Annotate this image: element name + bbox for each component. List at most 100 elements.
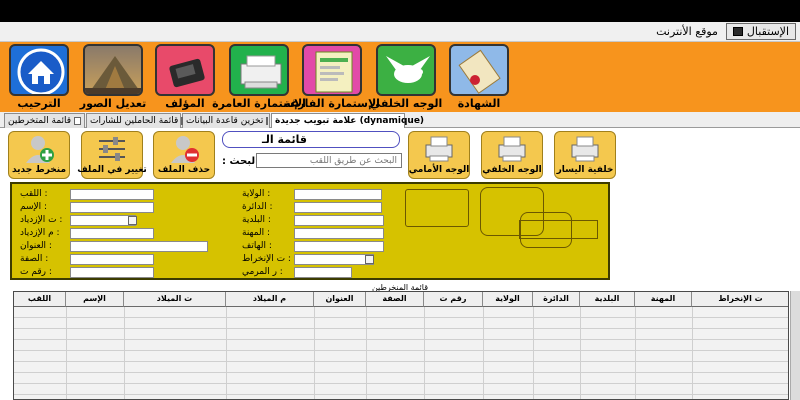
- blank-form-icon: [302, 44, 362, 96]
- field-label-status: : الصفة: [20, 254, 49, 264]
- ribbon-toolbar: الشهادة الوجه الخلفي الإستمارة الفارغة ا…: [0, 42, 800, 112]
- print-left-background-label: خلفية اليسار: [556, 165, 614, 175]
- ribbon-button-blank-form[interactable]: الإستمارة الفارغة: [284, 44, 380, 110]
- tab-database-storage-label: تخزين قاعدة البيانات: [186, 116, 264, 126]
- ribbon-button-certificate-label: الشهادة: [457, 97, 501, 110]
- table-row[interactable]: [14, 384, 788, 395]
- home-icon: [9, 44, 69, 96]
- printer-icon: [571, 136, 599, 162]
- field-label-address: : العنوان: [20, 241, 52, 251]
- printer-icon: [498, 136, 526, 162]
- profession-input[interactable]: [294, 228, 384, 239]
- table-row[interactable]: [14, 307, 788, 318]
- birth-date-calendar-icon[interactable]: [128, 216, 137, 225]
- menu-item-home[interactable]: الإستقبال: [725, 23, 796, 40]
- menu-item-home-label: الإستقبال: [746, 25, 789, 38]
- table-row[interactable]: [14, 340, 788, 351]
- new-member-button[interactable]: منخرط جديد: [8, 131, 70, 179]
- table-row[interactable]: [14, 329, 788, 340]
- surname-input[interactable]: [70, 189, 154, 200]
- scroll-certificate-icon: [449, 44, 509, 96]
- menu-item-website[interactable]: موقع الأنترنت: [650, 24, 724, 39]
- edit-file-label: تغيير في الملف: [77, 165, 147, 175]
- tab-database-storage[interactable]: تخزين قاعدة البيانات: [182, 113, 270, 128]
- ribbon-button-back-face-label: الوجه الخلفي: [369, 97, 443, 110]
- author-device-icon: [155, 44, 215, 96]
- table-header-daira[interactable]: الدائرة: [533, 292, 580, 307]
- tab-new-dynamic-label: علامة تبويب جديدة (dynamique): [275, 116, 425, 126]
- table-header-join-date[interactable]: ت الإنخراط: [692, 292, 788, 307]
- table-header-card-number[interactable]: رقم ت: [424, 292, 483, 307]
- table-header-address[interactable]: العنوان: [314, 292, 366, 307]
- tab-new-dynamic[interactable]: علامة تبويب جديدة (dynamique): [271, 113, 424, 128]
- join-date-input[interactable]: [294, 254, 374, 265]
- tab-members-list-label: قائمة المتخرطين: [8, 116, 72, 126]
- members-tab-icon: [74, 117, 81, 125]
- table-header-name[interactable]: الإسم: [66, 292, 124, 307]
- delete-file-button[interactable]: حذف الملف: [153, 131, 215, 179]
- table-row[interactable]: [14, 362, 788, 373]
- table-header-birth-date[interactable]: ت الميلاد: [124, 292, 226, 307]
- table-header-commune[interactable]: البلدية: [580, 292, 635, 307]
- printer-icon: [229, 44, 289, 96]
- birth-place-input[interactable]: [70, 228, 154, 239]
- ribbon-button-back-face[interactable]: الوجه الخلفي: [369, 44, 443, 110]
- card-number-input[interactable]: [70, 267, 154, 278]
- postal-code-input[interactable]: [294, 267, 352, 278]
- phone-input[interactable]: [294, 241, 384, 252]
- tab-members-list[interactable]: قائمة المتخرطين: [4, 113, 85, 128]
- table-header-profession[interactable]: المهنة: [635, 292, 692, 307]
- badge-tab-icon: [181, 117, 184, 125]
- ribbon-button-certificate[interactable]: الشهادة: [444, 44, 514, 110]
- name-input[interactable]: [70, 202, 154, 213]
- field-label-birth-date: : ت الإزدياد: [20, 215, 63, 225]
- field-label-commune: : البلدية: [242, 215, 271, 225]
- print-back-face-label: الوجه الخلفي: [482, 165, 542, 175]
- field-label-postal-code: : ر المرمي: [242, 267, 283, 277]
- field-label-name: : الإسم: [20, 202, 48, 212]
- table-header-surname[interactable]: اللقب: [14, 292, 66, 307]
- printer-icon: [425, 136, 453, 162]
- table-header-wilaya[interactable]: الولاية: [483, 292, 533, 307]
- member-details-panel: : اللقب : الإسم : ت الإزدياد : م الإزديا…: [10, 182, 610, 280]
- ribbon-button-welcome[interactable]: الترحيب: [4, 44, 74, 110]
- ribbon-button-filled-form[interactable]: الإستمارة العامرة: [212, 44, 306, 110]
- print-front-face-button[interactable]: الوجه الأمامي: [408, 131, 470, 179]
- daira-input[interactable]: [294, 202, 382, 213]
- search-input[interactable]: [256, 153, 402, 168]
- table-row[interactable]: [14, 373, 788, 384]
- members-table[interactable]: ت الإنخراط المهنة البلدية الدائرة الولاي…: [13, 291, 789, 400]
- ribbon-button-filled-form-label: الإستمارة العامرة: [212, 97, 306, 110]
- database-tab-icon: [266, 117, 269, 125]
- ribbon-button-welcome-label: الترحيب: [17, 97, 61, 110]
- photo-frame-signature[interactable]: [520, 212, 572, 248]
- field-label-wilaya: : الولاية: [242, 189, 271, 199]
- table-header-status[interactable]: الصفة: [366, 292, 424, 307]
- join-date-calendar-icon[interactable]: [365, 255, 374, 264]
- table-scrollbar[interactable]: [790, 291, 800, 400]
- ribbon-button-author[interactable]: المؤلف: [150, 44, 220, 110]
- commune-input[interactable]: [294, 215, 384, 226]
- table-row[interactable]: [14, 318, 788, 329]
- table-row[interactable]: [14, 351, 788, 362]
- add-user-icon: [26, 136, 54, 163]
- edit-file-button[interactable]: تغيير في الملف: [77, 131, 147, 179]
- field-label-birth-place: : م الإزدياد: [20, 228, 60, 238]
- tab-badge-holders[interactable]: قائمة الحاملين للشارات: [86, 113, 184, 128]
- print-left-background-button[interactable]: خلفية اليسار: [554, 131, 616, 179]
- photo-frame-front[interactable]: [405, 189, 469, 227]
- ribbon-button-author-label: المؤلف: [165, 97, 205, 110]
- search-label: : البحث: [222, 156, 259, 167]
- field-label-surname: : اللقب: [20, 189, 48, 199]
- form-title: قائمة الـ: [222, 131, 400, 148]
- table-header-birth-place[interactable]: م الميلاد: [226, 292, 314, 307]
- print-front-face-label: الوجه الأمامي: [408, 165, 470, 175]
- wilaya-input[interactable]: [294, 189, 382, 200]
- birth-date-input[interactable]: [70, 215, 136, 226]
- print-back-face-button[interactable]: الوجه الخلفي: [481, 131, 543, 179]
- address-input[interactable]: [70, 241, 208, 252]
- ribbon-button-edit-photos[interactable]: تعديل الصور: [78, 44, 148, 110]
- new-member-label: منخرط جديد: [11, 165, 67, 175]
- dove-icon: [376, 44, 436, 96]
- status-input[interactable]: [70, 254, 154, 265]
